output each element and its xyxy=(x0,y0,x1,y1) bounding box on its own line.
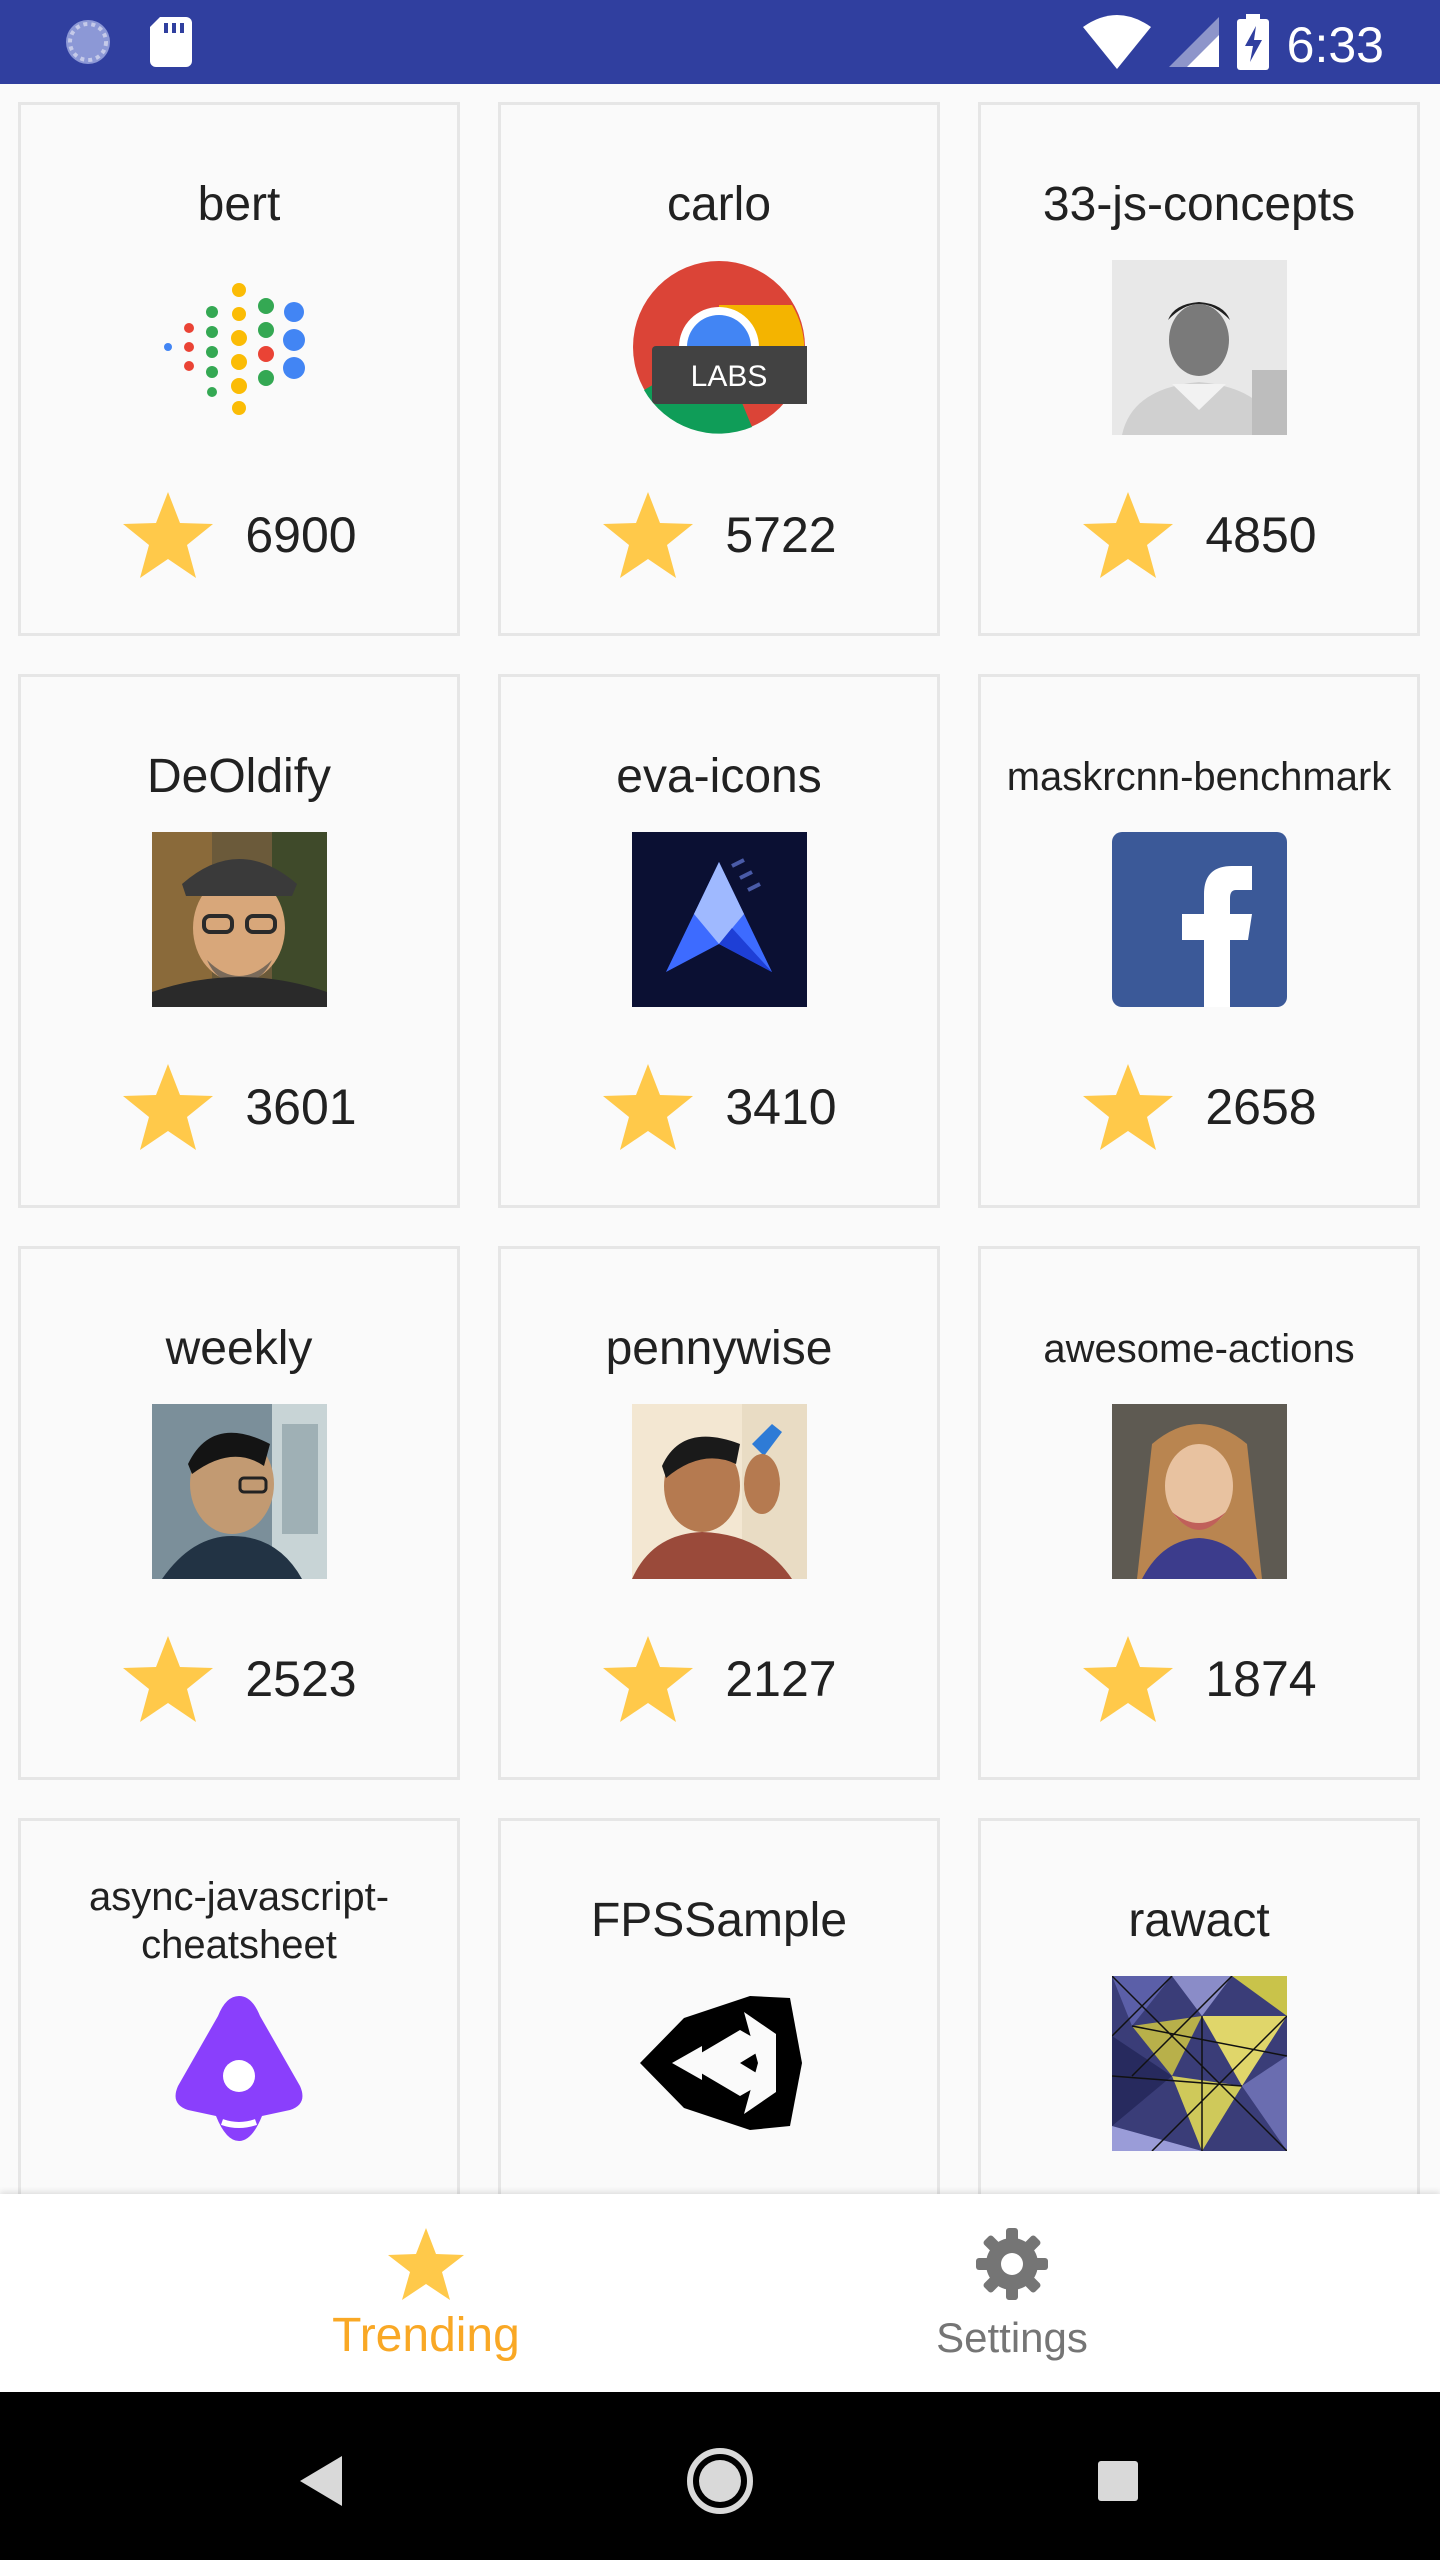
google-dots-logo xyxy=(163,283,305,415)
facebook-logo xyxy=(1111,832,1287,1007)
star-count-row: 6900 xyxy=(21,485,457,585)
battery-charging-icon xyxy=(1236,14,1269,75)
repo-name: eva-icons xyxy=(616,750,822,803)
star-count-row: 1874 xyxy=(981,1629,1417,1729)
repo-name: rawact xyxy=(1128,1894,1270,1947)
repo-avatar: LABS xyxy=(632,260,807,435)
repo-avatar xyxy=(1111,1404,1287,1579)
star-icon xyxy=(121,1062,215,1152)
repo-card[interactable]: bert 6900 xyxy=(18,102,460,636)
repo-card[interactable]: DeOldify 3601 xyxy=(18,674,460,1208)
star-icon xyxy=(121,1634,215,1724)
star-count: 3410 xyxy=(725,1079,837,1135)
cell-signal-icon xyxy=(1168,17,1219,72)
svg-text:LABS: LABS xyxy=(690,360,767,393)
repo-name: weekly xyxy=(165,1322,313,1375)
low-poly-pattern xyxy=(1111,1976,1287,2151)
star-icon xyxy=(386,2224,466,2304)
star-count: 4850 xyxy=(1205,507,1317,563)
repo-card[interactable]: eva-icons 3410 xyxy=(498,674,940,1208)
star-icon xyxy=(121,490,215,580)
status-bar: 6:33 xyxy=(0,0,1440,84)
repo-name: async-javascript-cheatsheet xyxy=(88,1875,390,1967)
repo-grid-scroll[interactable]: bert 6900 carlo LABS 5722 33-js-concepts… xyxy=(0,84,1440,2194)
star-count-row: 3601 xyxy=(21,1057,457,1157)
home-button[interactable] xyxy=(675,2436,765,2526)
star-icon xyxy=(601,1634,695,1724)
user-photo-painted xyxy=(151,832,327,1007)
sd-card-icon xyxy=(150,17,192,72)
star-count-row: 2523 xyxy=(21,1629,457,1729)
star-count-row: 2658 xyxy=(981,1057,1417,1157)
tab-settings[interactable]: Settings xyxy=(652,2194,1372,2392)
repo-card[interactable]: maskrcnn-benchmark 2658 xyxy=(978,674,1420,1208)
back-button[interactable] xyxy=(276,2436,366,2526)
repo-name: maskrcnn-benchmark xyxy=(1006,755,1392,799)
repo-avatar xyxy=(631,832,807,1007)
repo-name: carlo xyxy=(666,178,772,231)
repo-avatar xyxy=(632,1976,807,2151)
sync-icon xyxy=(62,16,114,73)
star-count: 2127 xyxy=(725,1651,837,1707)
repo-avatar xyxy=(151,832,327,1007)
tab-settings-label: Settings xyxy=(936,2314,1088,2361)
repo-name: awesome-actions xyxy=(1043,1327,1355,1371)
recents-button[interactable] xyxy=(1073,2436,1163,2526)
repo-card[interactable]: awesome-actions 1874 xyxy=(978,1246,1420,1780)
user-photo-woman xyxy=(1111,1404,1287,1579)
repo-name: bert xyxy=(197,178,281,231)
star-count: 6900 xyxy=(245,507,357,563)
repo-card[interactable]: pennywise 2127 xyxy=(498,1246,940,1780)
user-photo-profile xyxy=(151,1404,327,1579)
star-count: 2523 xyxy=(245,1651,357,1707)
repo-name: 33-js-concepts xyxy=(1042,178,1356,231)
repo-name: DeOldify xyxy=(146,750,332,803)
star-icon xyxy=(601,1062,695,1152)
star-count-row: 3410 xyxy=(501,1057,937,1157)
star-count: 1874 xyxy=(1205,1651,1317,1707)
repo-avatar xyxy=(151,1404,327,1579)
star-count-row: 5722 xyxy=(501,485,937,585)
repo-avatar xyxy=(631,1404,807,1579)
repo-card[interactable]: async-javascript-cheatsheet xyxy=(18,1818,460,2194)
repo-name: pennywise xyxy=(605,1322,833,1375)
purple-triangle-logo xyxy=(175,1996,302,2141)
repo-name: FPSSample xyxy=(590,1894,848,1947)
repo-avatar xyxy=(152,260,327,435)
wifi-icon xyxy=(1082,15,1151,74)
status-time: 6:33 xyxy=(1286,16,1384,73)
star-count: 2658 xyxy=(1205,1079,1317,1135)
repo-avatar xyxy=(1111,260,1287,435)
star-icon xyxy=(601,490,695,580)
repo-card[interactable]: rawact xyxy=(978,1818,1420,2194)
repo-card[interactable]: carlo LABS 5722 xyxy=(498,102,940,636)
repo-card[interactable]: weekly 2523 xyxy=(18,1246,460,1780)
repo-avatar xyxy=(1111,832,1287,1007)
star-count: 3601 xyxy=(245,1079,357,1135)
repo-card[interactable]: FPSSample xyxy=(498,1818,940,2194)
user-photo-bw xyxy=(1111,260,1287,435)
repo-avatar xyxy=(1111,1976,1287,2151)
repo-card[interactable]: 33-js-concepts 4850 xyxy=(978,102,1420,636)
star-icon xyxy=(1081,1634,1175,1724)
star-icon xyxy=(1081,1062,1175,1152)
gear-icon xyxy=(972,2224,1052,2304)
star-count: 5722 xyxy=(725,507,837,563)
star-count-row: 2127 xyxy=(501,1629,937,1729)
user-photo-portrait xyxy=(631,1404,807,1579)
star-count-row: 4850 xyxy=(981,485,1417,585)
unity-logo xyxy=(639,1996,802,2130)
repo-avatar xyxy=(152,1976,327,2151)
bottom-navigation: Trending Settings xyxy=(0,2194,1440,2392)
eva-logo xyxy=(631,832,807,1007)
chrome-labs-logo: LABS xyxy=(632,261,807,434)
star-icon xyxy=(1081,490,1175,580)
system-navigation-bar xyxy=(0,2392,1440,2560)
